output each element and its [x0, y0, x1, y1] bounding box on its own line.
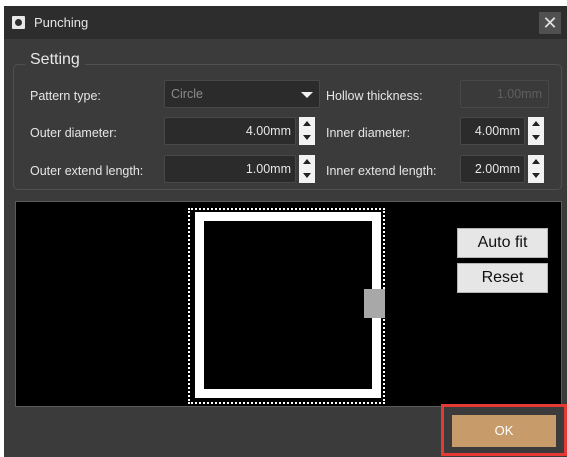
resize-handle[interactable]: [364, 289, 385, 318]
hollow-thickness-label: Hollow thickness:: [326, 89, 423, 103]
pattern-type-select[interactable]: Circle: [164, 80, 320, 108]
inner-diameter-label: Inner diameter:: [326, 126, 411, 140]
inner-diameter-field[interactable]: 4.00mm: [460, 117, 525, 145]
punching-icon: [12, 16, 25, 29]
outer-diameter-field[interactable]: 4.00mm: [164, 117, 296, 145]
outer-diameter-stepper[interactable]: [299, 117, 315, 145]
inner-diameter-stepper[interactable]: [528, 117, 544, 145]
arrow-down-icon[interactable]: [299, 131, 315, 145]
arrow-down-icon[interactable]: [528, 169, 544, 183]
ok-highlight-box: [441, 404, 567, 456]
arrow-up-icon[interactable]: [528, 155, 544, 169]
arrow-up-icon[interactable]: [299, 117, 315, 131]
outer-extend-length-field[interactable]: 1.00mm: [164, 155, 296, 183]
reset-button[interactable]: Reset: [457, 263, 548, 293]
punch-pattern-shape: [195, 212, 381, 398]
preview-canvas[interactable]: Auto fit Reset: [15, 201, 562, 407]
arrow-up-icon[interactable]: [528, 117, 544, 131]
inner-extend-length-field[interactable]: 2.00mm: [460, 155, 525, 183]
outer-diameter-label: Outer diameter:: [30, 126, 117, 140]
hollow-thickness-field: 1.00mm: [460, 80, 549, 108]
arrow-up-icon[interactable]: [299, 155, 315, 169]
title-bar: Punching ✕: [4, 6, 567, 39]
pattern-type-value: Circle: [171, 87, 203, 101]
auto-fit-button[interactable]: Auto fit: [457, 228, 548, 258]
setting-legend: Setting: [25, 51, 85, 69]
arrow-down-icon[interactable]: [528, 131, 544, 145]
outer-extend-length-stepper[interactable]: [299, 155, 315, 183]
inner-extend-length-label: Inner extend length:: [326, 164, 437, 178]
inner-extend-length-stepper[interactable]: [528, 155, 544, 183]
close-icon[interactable]: ✕: [539, 12, 561, 34]
pattern-type-label: Pattern type:: [30, 89, 101, 103]
chevron-down-icon: [301, 92, 313, 98]
arrow-down-icon[interactable]: [299, 169, 315, 183]
dialog-title: Punching: [34, 15, 89, 30]
outer-extend-length-label: Outer extend length:: [30, 164, 144, 178]
